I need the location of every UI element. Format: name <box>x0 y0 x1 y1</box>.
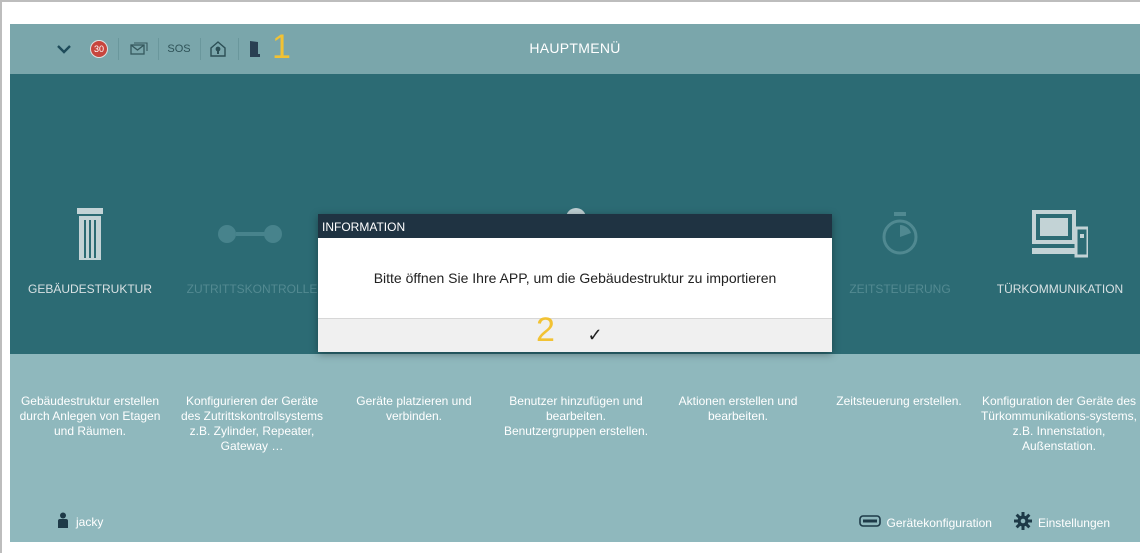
current-user[interactable]: jacky <box>58 512 103 531</box>
description-timer: Zeitsteuerung erstellen. <box>836 394 962 408</box>
description-devices: Geräte platzieren und verbinden. <box>356 394 472 423</box>
description-door-communication: Konfiguration der Geräte des Türkommunik… <box>980 394 1138 453</box>
description-users: Benutzer hinzufügen und bearbeiten. Benu… <box>503 394 649 438</box>
dialog-message-text: Bitte öffnen Sie Ihre APP, um die Gebäud… <box>373 270 777 286</box>
information-dialog: INFORMATION Bitte öffnen Sie Ihre APP, u… <box>318 214 832 352</box>
page-title: HAUPTMENÜ <box>529 40 621 56</box>
annotation-marker-2: 2 <box>536 311 555 349</box>
dialog-message: Bitte öffnen Sie Ihre APP, um die Gebäud… <box>318 238 832 319</box>
dialog-footer: 2 ✓ <box>318 313 832 352</box>
user-icon <box>58 512 68 531</box>
description-building-structure: Gebäudestruktur erstellen durch Anlegen … <box>19 394 161 438</box>
top-bar: 30 SOS 1 HAUPTMENÜ <box>10 24 1140 74</box>
settings-button[interactable]: Einstellungen <box>1013 512 1110 533</box>
description-actions: Aktionen erstellen und bearbeiten. <box>678 394 798 423</box>
description-access-control: Konfigurieren der Geräte des Zutrittskon… <box>180 394 324 453</box>
gear-icon <box>1013 512 1032 533</box>
confirm-button[interactable]: ✓ <box>587 325 602 346</box>
user-name: jacky <box>76 514 104 529</box>
device-config-button[interactable]: Gerätekonfiguration <box>858 515 992 530</box>
footer-actions: Gerätekonfiguration Einstellungen <box>858 512 1110 533</box>
dialog-title: INFORMATION <box>318 214 832 238</box>
device-config-icon <box>858 515 881 530</box>
settings-label: Einstellungen <box>1037 515 1110 530</box>
device-config-label: Gerätekonfiguration <box>886 515 992 530</box>
